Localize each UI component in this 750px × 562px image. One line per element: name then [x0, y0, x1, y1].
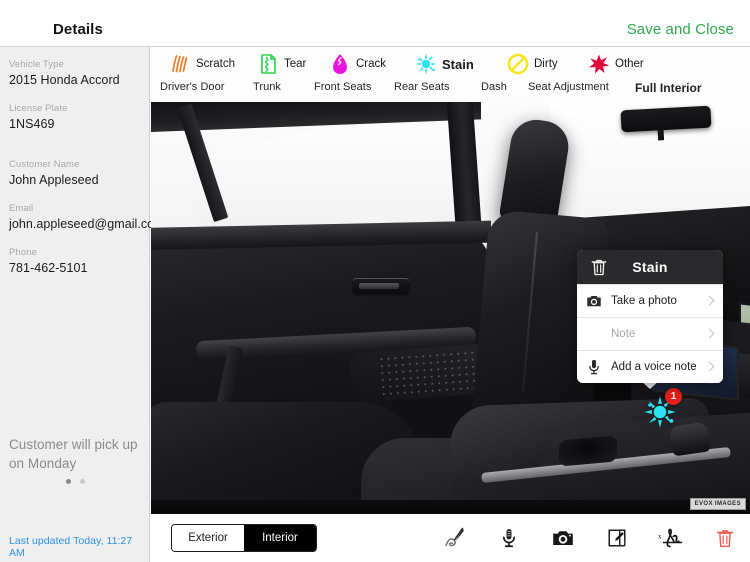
damage-type-label: Crack: [356, 58, 387, 70]
area-front-seats[interactable]: Front Seats: [314, 81, 371, 93]
draw-pen-tool-button[interactable]: [442, 525, 468, 551]
tool-buttons: x: [442, 522, 738, 554]
chevron-right-icon: [704, 361, 715, 372]
page-dot[interactable]: [79, 479, 85, 484]
field-phone: Phone 781-462-5101: [9, 247, 147, 276]
damage-toolbar: Scratch Tear Crack Stain Dirty Other Dri…: [151, 47, 750, 102]
note-edit-tool-button[interactable]: [604, 525, 630, 551]
damage-type-scratch[interactable]: Scratch: [168, 47, 235, 81]
photo-floor-shadow: [151, 500, 750, 514]
microphone-icon: [577, 358, 611, 376]
damage-type-dirty[interactable]: Dirty: [506, 47, 558, 81]
signature-tool-button[interactable]: x: [658, 525, 684, 551]
damage-type-label: Tear: [284, 58, 307, 70]
damage-type-label: Scratch: [196, 58, 235, 70]
field-label: Customer Name: [9, 159, 80, 170]
popover-row-label: Note: [611, 328, 636, 340]
camera-icon: [577, 292, 611, 310]
popover-row-label: Take a photo: [611, 295, 677, 307]
camera-icon: [551, 526, 575, 550]
damage-type-tear[interactable]: Tear: [256, 47, 306, 81]
field-email: Email john.appleseed@gmail.com: [9, 203, 165, 232]
exterior-interior-segmented-control[interactable]: Exterior Interior: [171, 524, 317, 552]
field-label: Vehicle Type: [9, 59, 64, 70]
delete-tool-button[interactable]: [712, 525, 738, 551]
field-value: 1NS469: [9, 117, 55, 131]
damage-type-label: Dirty: [534, 58, 558, 70]
marker-popover[interactable]: Stain Take a photo Note Add a voice note: [577, 250, 723, 383]
voice-note-tool-button[interactable]: [496, 525, 522, 551]
field-label: Email: [9, 203, 34, 214]
trash-icon: [714, 527, 736, 549]
crack-icon: [328, 52, 352, 76]
segment-interior[interactable]: Interior: [244, 525, 316, 551]
app-root: Details Save and Close Vehicle Type 2015…: [0, 0, 750, 562]
scratch-icon: [168, 52, 192, 76]
top-header: Details Save and Close: [0, 0, 750, 47]
marker-badge-count: 1: [665, 388, 682, 405]
damage-type-stain[interactable]: Stain: [414, 47, 474, 81]
note-edit-icon: [606, 527, 628, 549]
damage-type-label: Stain: [442, 56, 474, 72]
segment-exterior[interactable]: Exterior: [172, 525, 244, 551]
photo-rearview-mirror: [620, 105, 712, 133]
area-drivers-door[interactable]: Driver's Door: [160, 81, 224, 93]
draw-pen-icon: [442, 525, 468, 551]
field-customer-name: Customer Name John Appleseed: [9, 159, 147, 188]
field-value: john.appleseed@gmail.com: [9, 217, 165, 231]
stain-icon: [414, 52, 438, 76]
save-and-close-button[interactable]: Save and Close: [627, 21, 734, 38]
popover-row-take-a-photo[interactable]: Take a photo: [577, 284, 723, 317]
damage-type-label: Other: [615, 58, 644, 70]
stain-marker[interactable]: 1: [640, 388, 682, 430]
field-label: License Plate: [9, 103, 68, 114]
svg-text:x: x: [658, 533, 662, 541]
photo-cupholder: [559, 435, 617, 467]
signature-icon: x: [656, 525, 686, 551]
damage-type-other[interactable]: Other: [587, 47, 644, 81]
details-sidebar: Vehicle Type 2015 Honda Accord License P…: [0, 47, 165, 562]
camera-tool-button[interactable]: [550, 525, 576, 551]
tear-icon: [256, 52, 280, 76]
field-value: 781-462-5101: [9, 261, 88, 275]
field-license-plate: License Plate 1NS469: [9, 103, 147, 132]
popover-row-add-a-voice-note[interactable]: Add a voice note: [577, 350, 723, 383]
customer-note: Customer will pick up on Monday: [9, 437, 138, 471]
bottom-toolbar: Exterior Interior x: [151, 514, 750, 562]
chevron-right-icon: [704, 295, 715, 306]
dirty-icon: [506, 52, 530, 76]
popover-row-label: Add a voice note: [611, 361, 697, 373]
popover-row-note[interactable]: Note: [577, 317, 723, 350]
microphone-icon: [498, 527, 520, 549]
photo-door-handle: [353, 278, 409, 294]
page-dots[interactable]: [0, 479, 150, 484]
field-value: 2015 Honda Accord: [9, 73, 120, 87]
vehicle-photo-canvas[interactable]: EVOX IMAGES 1 Stain Take a photo Note Ad…: [151, 102, 750, 514]
page-dot-active[interactable]: [65, 479, 71, 484]
area-rear-seats[interactable]: Rear Seats: [394, 81, 450, 93]
area-trunk[interactable]: Trunk: [253, 81, 281, 93]
field-vehicle-type: Vehicle Type 2015 Honda Accord: [9, 59, 147, 88]
damage-area-row: Driver's Door Trunk Front Seats Rear Sea…: [151, 81, 750, 102]
other-icon: [587, 52, 611, 76]
page-title: Details: [53, 21, 103, 38]
field-label: Phone: [9, 247, 37, 258]
popover-header: Stain: [577, 250, 723, 284]
chevron-right-icon: [704, 328, 715, 339]
field-value: John Appleseed: [9, 173, 99, 187]
last-updated-label: Last updated Today, 11:27 AM: [9, 535, 133, 559]
area-full-interior[interactable]: Full Interior: [635, 81, 702, 95]
photo-watermark: EVOX IMAGES: [689, 498, 746, 510]
area-seat-adjustment[interactable]: Seat Adjustment: [528, 81, 609, 93]
area-dash[interactable]: Dash: [481, 81, 507, 93]
damage-type-row: Scratch Tear Crack Stain Dirty Other: [151, 47, 750, 81]
trash-icon[interactable]: [589, 257, 609, 277]
damage-type-crack[interactable]: Crack: [328, 47, 386, 81]
